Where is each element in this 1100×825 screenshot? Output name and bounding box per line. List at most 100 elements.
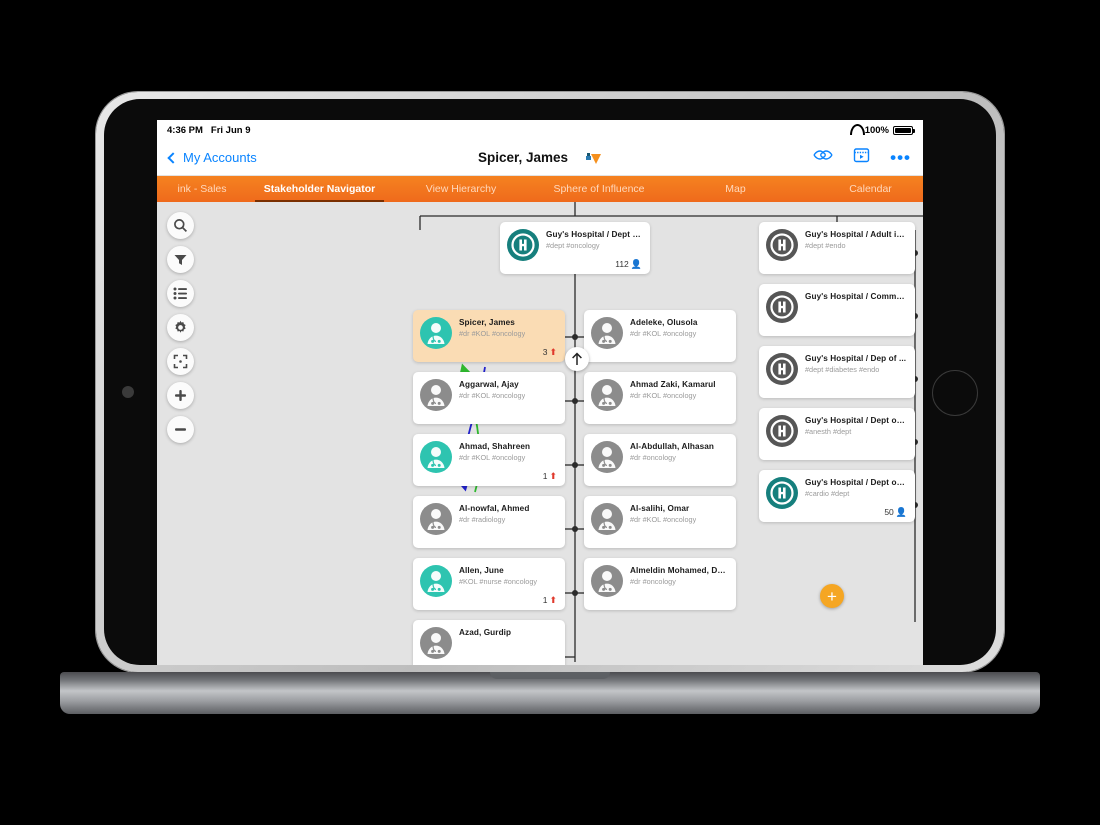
handshake-icon[interactable] [813, 148, 833, 167]
card-tags: #cardio #dept [805, 489, 850, 498]
person-avatar-icon [591, 565, 623, 597]
node-card[interactable]: Al-Abdullah, Alhasan #dr #oncology [584, 434, 736, 486]
card-text: Almeldin Mohamed, Doaa #dr #oncology [630, 565, 728, 586]
card-title: Ahmad, Shahreen [459, 442, 531, 451]
card-title: Guy's Hospital / Commu... [805, 292, 907, 301]
card-title: Ahmad Zaki, Kamarul [630, 380, 716, 389]
up-arrow-icon: ⬆ [549, 594, 557, 605]
node-card[interactable]: Al-nowfal, Ahmed #dr #radiology [413, 496, 565, 548]
present-icon[interactable] [853, 147, 870, 168]
card-row: Azad, Gurdip [420, 627, 557, 659]
node-card[interactable]: Spicer, James #dr #KOL #oncology 3 ⬆ [413, 310, 565, 362]
nav-bar: My Accounts Spicer, James ••• [157, 140, 923, 176]
tab-label: ink - Sales [177, 183, 227, 195]
tab-ink-sales[interactable]: ink - Sales [157, 176, 247, 202]
more-icon[interactable]: ••• [890, 149, 911, 166]
card-row: Ahmad, Shahreen #dr #KOL #oncology [420, 441, 557, 473]
zoom-out-icon[interactable] [167, 416, 194, 443]
status-time: 4:36 PM [167, 124, 203, 136]
person-avatar-icon [420, 565, 452, 597]
card-row: Guy's Hospital / Commu... [766, 291, 907, 323]
card-text: Al-Abdullah, Alhasan #dr #oncology [630, 441, 714, 462]
zoom-in-icon[interactable] [167, 382, 194, 409]
node-card[interactable]: Al-salihi, Omar #dr #KOL #oncology [584, 496, 736, 548]
card-text: Guy's Hospital / Dep of ... #dept #diabet… [805, 353, 906, 374]
node-card[interactable]: Ahmad, Shahreen #dr #KOL #oncology 1 ⬆ [413, 434, 565, 486]
card-title: Al-Abdullah, Alhasan [630, 442, 715, 451]
card-row: Almeldin Mohamed, Doaa #dr #oncology [591, 565, 728, 597]
node-card[interactable]: Guy's Hospital / Adult in... #dept #endo [759, 222, 915, 274]
member-count-badge: 112 👤 [615, 259, 642, 269]
card-row: Guy's Hospital / Dep of ... #dept #diabet… [766, 353, 907, 385]
node-card[interactable]: Aggarwal, Ajay #dr #KOL #oncology [413, 372, 565, 424]
card-text: Guy's Hospital / Dept of ... #anesth #dep… [805, 415, 907, 436]
card-text: Al-salihi, Omar #dr #KOL #oncology [630, 503, 696, 524]
up-arrow-icon: ⬆ [549, 346, 557, 357]
status-bar: 4:36 PM Fri Jun 9 100% [157, 120, 923, 140]
search-icon[interactable] [167, 212, 194, 239]
tab-map[interactable]: Map [668, 176, 803, 202]
wifi-icon [849, 123, 865, 135]
person-avatar-icon [420, 379, 452, 411]
card-title: Guy's Hospital / Dept of ... [805, 416, 907, 425]
nav-actions: ••• [813, 147, 911, 168]
list-icon[interactable] [167, 280, 194, 307]
tab-calendar[interactable]: Calendar [803, 176, 923, 202]
card-text: Adeleke, Olusola #dr #KOL #oncology [630, 317, 698, 338]
node-card[interactable]: Guy's Hospital / Dept of ... #cardio #dep… [759, 470, 915, 522]
filter-icon[interactable] [167, 246, 194, 273]
influence-count: 1 [542, 471, 548, 481]
add-button[interactable]: + [820, 584, 844, 608]
card-tags: #dr #KOL #oncology [630, 391, 697, 400]
card-row: Guy's Hospital / Dept of ... #dept #oncol… [507, 229, 642, 261]
member-count: 112 [615, 259, 629, 269]
node-card[interactable]: Guy's Hospital / Dept of ... #anesth #dep… [759, 408, 915, 460]
node-card[interactable]: Guy's Hospital / Dep of ... #dept #diabet… [759, 346, 915, 398]
up-arrow-icon: ⬆ [549, 470, 557, 481]
card-tags: #KOL #nurse #oncology [459, 577, 538, 586]
hospital-avatar-icon [766, 229, 798, 261]
person-icon: 👤 [630, 258, 642, 269]
collapse-up-button[interactable] [565, 347, 589, 371]
card-tags: #dr #radiology [459, 515, 506, 524]
influence-count: 3 [542, 347, 548, 357]
back-button[interactable]: My Accounts [167, 150, 257, 165]
card-tags: #dept #diabetes #endo [805, 365, 880, 374]
card-title: Guy's Hospital / Dept of ... [805, 478, 907, 487]
card-tags: #dept #oncology [546, 241, 600, 250]
card-text: Azad, Gurdip [459, 627, 511, 637]
card-title: Al-salihi, Omar [630, 504, 690, 513]
card-tags: #dr #oncology [630, 453, 676, 462]
tab-sphere-of-influence[interactable]: Sphere of Influence [530, 176, 668, 202]
card-row: Aggarwal, Ajay #dr #KOL #oncology [420, 379, 557, 411]
home-button[interactable] [932, 370, 978, 416]
node-card[interactable]: Adeleke, Olusola #dr #KOL #oncology [584, 310, 736, 362]
camera-dot-icon [122, 386, 134, 398]
card-row: Al-Abdullah, Alhasan #dr #oncology [591, 441, 728, 473]
tab-view-hierarchy[interactable]: View Hierarchy [392, 176, 530, 202]
influence-badge: 3 ⬆ [543, 347, 557, 357]
card-row: Guy's Hospital / Dept of ... #cardio #dep… [766, 477, 907, 509]
node-card[interactable]: Guy's Hospital / Dept of ... #dept #oncol… [500, 222, 650, 274]
card-text: Allen, June #KOL #nurse #oncology [459, 565, 537, 586]
node-card[interactable]: Allen, June #KOL #nurse #oncology 1 ⬆ [413, 558, 565, 610]
card-tags: #dr #oncology [630, 577, 676, 586]
gear-icon[interactable] [167, 314, 194, 341]
fullscreen-icon[interactable] [167, 348, 194, 375]
person-avatar-icon [420, 627, 452, 659]
card-row: Al-nowfal, Ahmed #dr #radiology [420, 503, 557, 535]
node-card[interactable]: Azad, Gurdip [413, 620, 565, 665]
node-card[interactable]: Almeldin Mohamed, Doaa #dr #oncology [584, 558, 736, 610]
page-title: Spicer, James [477, 150, 569, 165]
tab-stakeholder-navigator[interactable]: Stakeholder Navigator [247, 176, 392, 202]
card-row: Adeleke, Olusola #dr #KOL #oncology [591, 317, 728, 349]
card-title: Adeleke, Olusola [630, 318, 698, 327]
card-row: Guy's Hospital / Adult in... #dept #endo [766, 229, 907, 261]
org-chart-canvas[interactable]: Guy's Hospital / Dept of ... #dept #oncol… [157, 202, 923, 665]
person-avatar-icon [591, 317, 623, 349]
canvas-toolbar [167, 212, 194, 443]
person-icon: 👤 [895, 506, 907, 517]
card-title: Spicer, James [459, 318, 515, 327]
node-card[interactable]: Guy's Hospital / Commu... [759, 284, 915, 336]
node-card[interactable]: Ahmad Zaki, Kamarul #dr #KOL #oncology [584, 372, 736, 424]
